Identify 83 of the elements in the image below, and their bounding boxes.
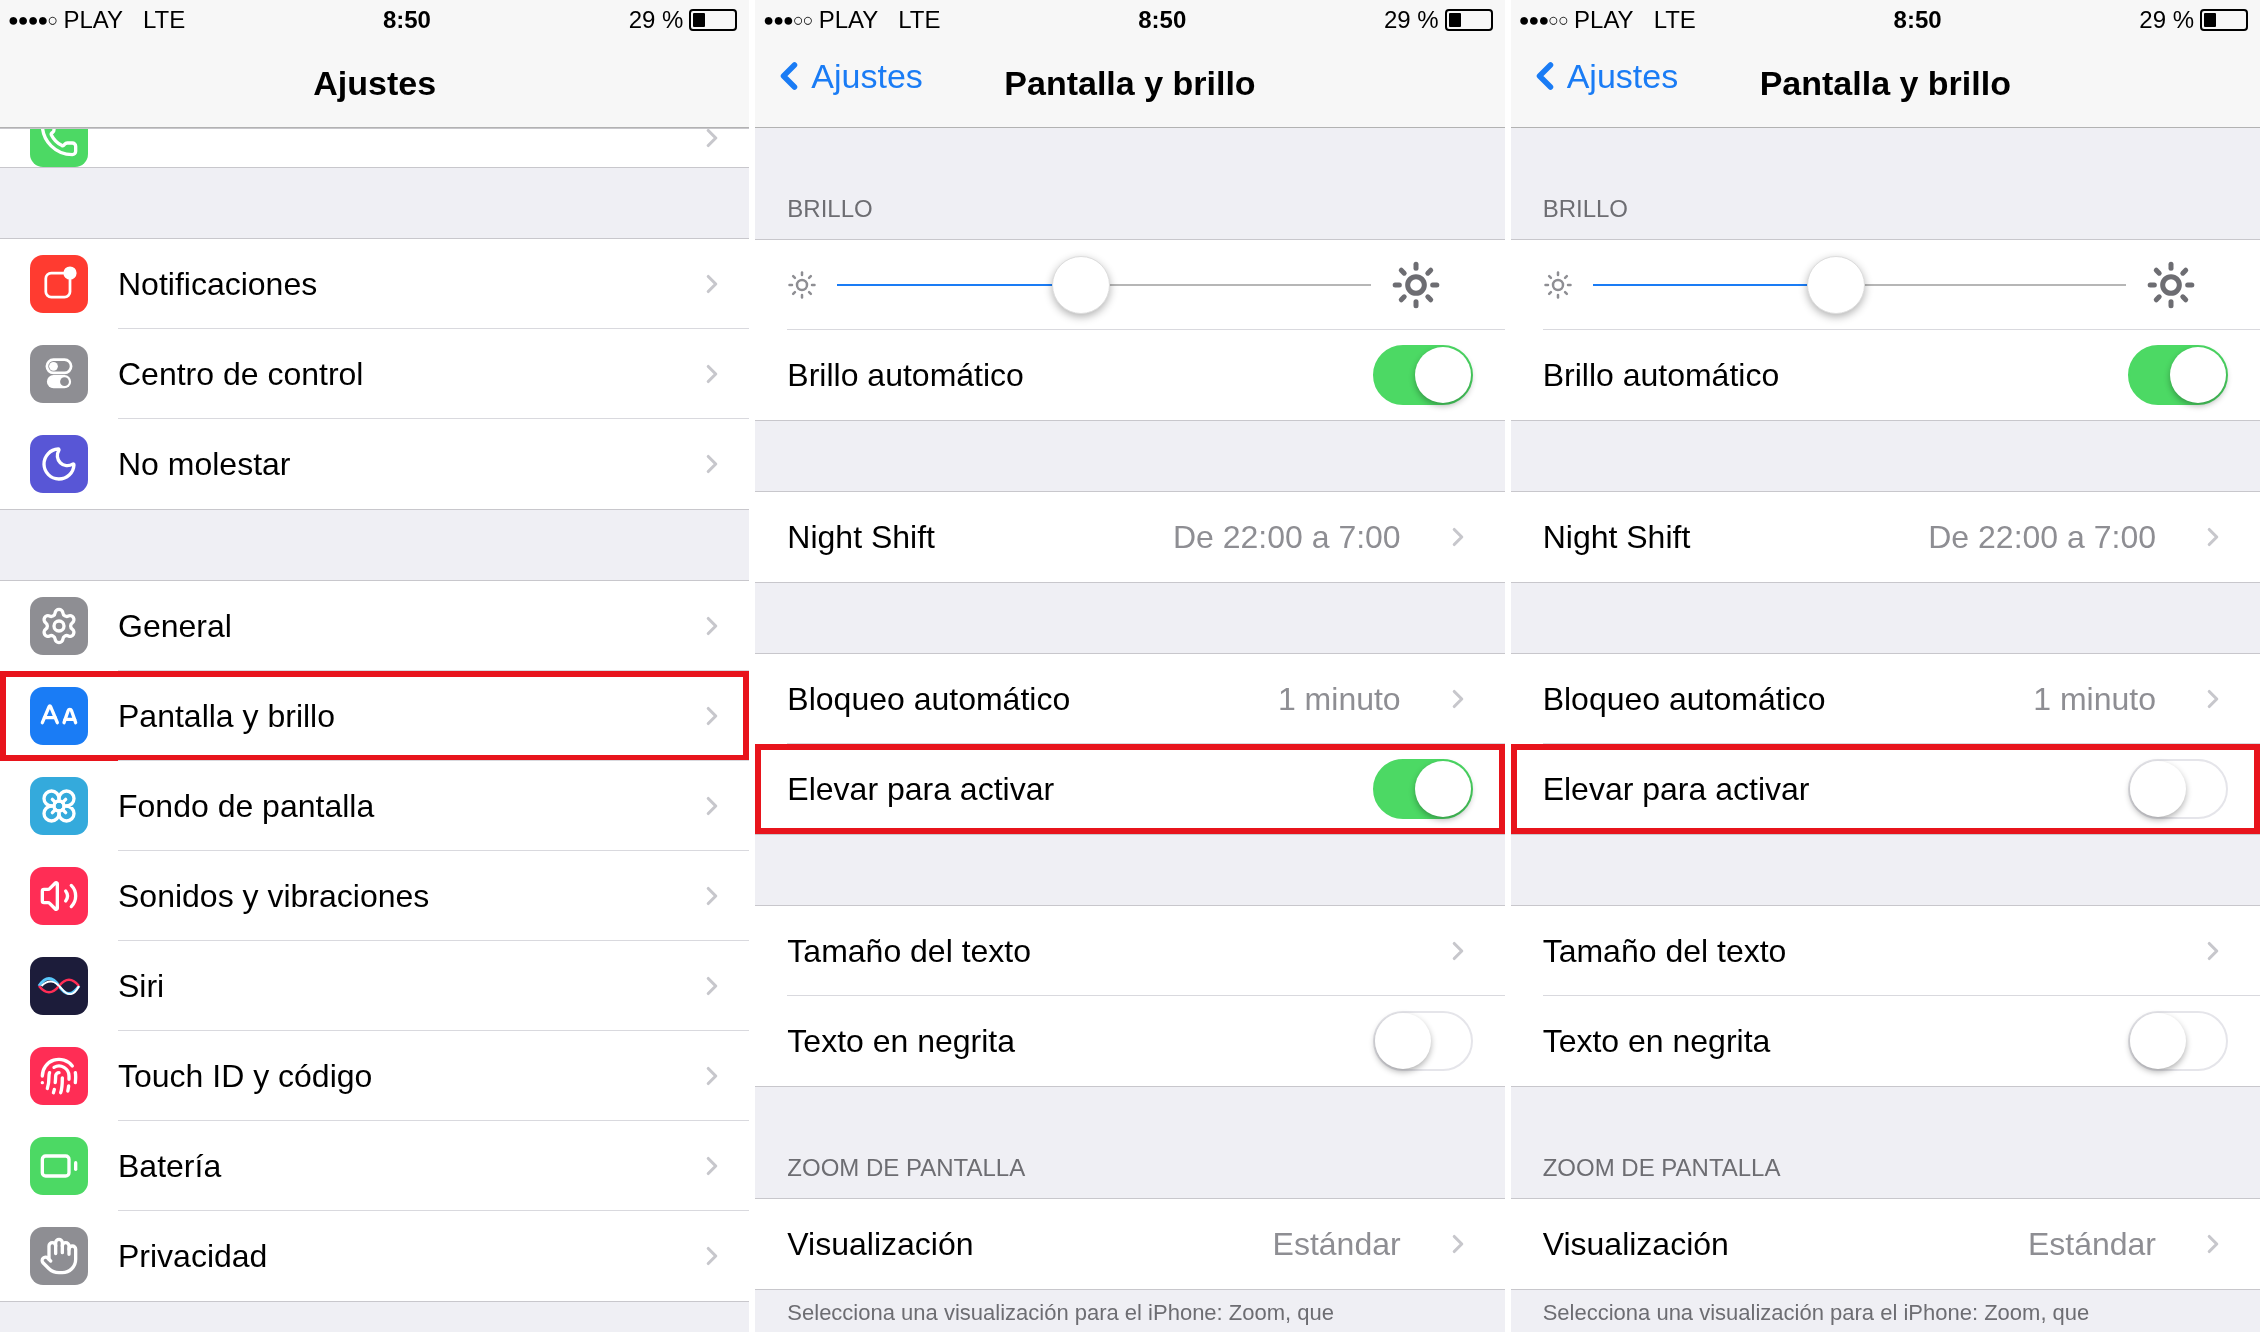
toggle-switch[interactable] <box>1372 759 1473 819</box>
network-type: LTE <box>898 5 941 35</box>
nav-title: Pantalla y brillo <box>1004 63 1256 104</box>
siri-icon <box>30 957 88 1015</box>
large-sun-icon <box>1390 260 1441 310</box>
section-header: BRILLO <box>1542 194 1629 224</box>
section-header: ZOOM DE PANTALLA <box>787 1153 1026 1183</box>
toggle-switch[interactable] <box>1372 345 1473 405</box>
row-label: Visualización <box>787 1225 974 1264</box>
settings-row[interactable]: Elevar para activar <box>755 744 1505 834</box>
speaker-icon <box>30 867 88 925</box>
battery-percentage: 29 % <box>628 5 684 35</box>
status-time: 8:50 <box>1893 5 1942 35</box>
row-value: 1 minuto <box>1277 680 1401 719</box>
carrier-name: PLAY <box>63 5 123 35</box>
network-type: LTE <box>142 5 186 35</box>
row-value: De 22:00 a 7:00 <box>1928 518 2156 557</box>
row-label: Touch ID y código <box>118 1057 373 1096</box>
signal-indicator: ●●●○○ <box>763 8 813 32</box>
row-label: Sonidos y vibraciones <box>118 877 430 916</box>
row-label: No molestar <box>118 445 291 484</box>
section-footer: Selecciona una visualización para el iPhone: Zoom, que <box>787 1300 1334 1325</box>
row-label: Brillo automático <box>1542 356 1780 395</box>
row-label: Tamaño del texto <box>787 932 1032 971</box>
carrier-name: PLAY <box>1574 5 1634 35</box>
row-label: Centro de control <box>118 355 364 394</box>
small-sun-icon <box>1542 270 1573 300</box>
flower-icon <box>30 777 88 835</box>
row-label: Pantalla y brillo <box>118 697 335 736</box>
small-sun-icon <box>787 270 818 300</box>
section-footer: Selecciona una visualización para el iPhone: Zoom, que <box>1542 1300 2090 1325</box>
back-button[interactable]: Ajustes <box>1522 50 1679 102</box>
section-header: BRILLO <box>787 194 873 224</box>
status-time: 8:50 <box>382 5 431 35</box>
notifications-icon <box>30 255 88 313</box>
brightness-slider[interactable] <box>1592 256 2126 314</box>
signal-indicator: ●●●●○ <box>8 8 58 32</box>
settings-row[interactable]: Elevar para activar <box>1510 744 2260 834</box>
row-label: Bloqueo automático <box>787 680 1071 719</box>
signal-indicator: ●●●○○ <box>1518 8 1569 32</box>
text-size-icon <box>30 687 88 745</box>
battery-percentage: 29 % <box>1383 5 1439 35</box>
row-label: Texto en negrita <box>787 1022 1016 1061</box>
battery-icon <box>1444 9 1493 31</box>
row-label: Elevar para activar <box>787 770 1055 809</box>
row-value: Estándar <box>1272 1225 1401 1264</box>
row-label: Batería <box>118 1147 222 1186</box>
row-label: Brillo automático <box>787 356 1024 395</box>
status-time: 8:50 <box>1138 5 1187 35</box>
row-label: Fondo de pantalla <box>118 787 375 826</box>
row-label: Privacidad <box>118 1237 268 1276</box>
row-label: Visualización <box>1542 1225 1729 1264</box>
row-label: Notificaciones <box>118 265 318 304</box>
toggles-icon <box>30 345 88 403</box>
network-type: LTE <box>1653 5 1696 35</box>
settings-icon <box>30 597 88 655</box>
row-label: Night Shift <box>787 518 935 557</box>
row-value: 1 minuto <box>2033 680 2156 719</box>
battery-icon <box>30 1137 88 1195</box>
fingerprint-icon <box>30 1047 88 1105</box>
back-button[interactable]: Ajustes <box>767 50 923 102</box>
battery-icon <box>689 9 738 31</box>
row-label: General <box>118 607 232 646</box>
settings-row[interactable]: Pantalla y brillo <box>0 671 750 761</box>
row-value: De 22:00 a 7:00 <box>1172 518 1401 557</box>
row-label: Night Shift <box>1542 518 1691 557</box>
row-value: Estándar <box>2027 1225 2156 1264</box>
battery-icon <box>2200 9 2248 31</box>
large-sun-icon <box>2146 260 2196 310</box>
nav-title: Pantalla y brillo <box>1759 63 2011 104</box>
moon-icon <box>30 435 88 493</box>
nav-title: Ajustes <box>313 63 437 104</box>
section-header: ZOOM DE PANTALLA <box>1542 1153 1781 1183</box>
row-label: Elevar para activar <box>1542 770 1810 809</box>
row-label: Texto en negrita <box>1542 1022 1771 1061</box>
battery-percentage: 29 % <box>2139 5 2194 35</box>
carrier-name: PLAY <box>818 5 879 35</box>
row-label: Bloqueo automático <box>1542 680 1826 719</box>
toggle-switch[interactable] <box>2128 345 2228 405</box>
row-label: Tamaño del texto <box>1542 932 1787 971</box>
hand-icon <box>30 1227 88 1285</box>
row-label: Siri <box>118 967 165 1006</box>
brightness-slider[interactable] <box>837 256 1371 314</box>
